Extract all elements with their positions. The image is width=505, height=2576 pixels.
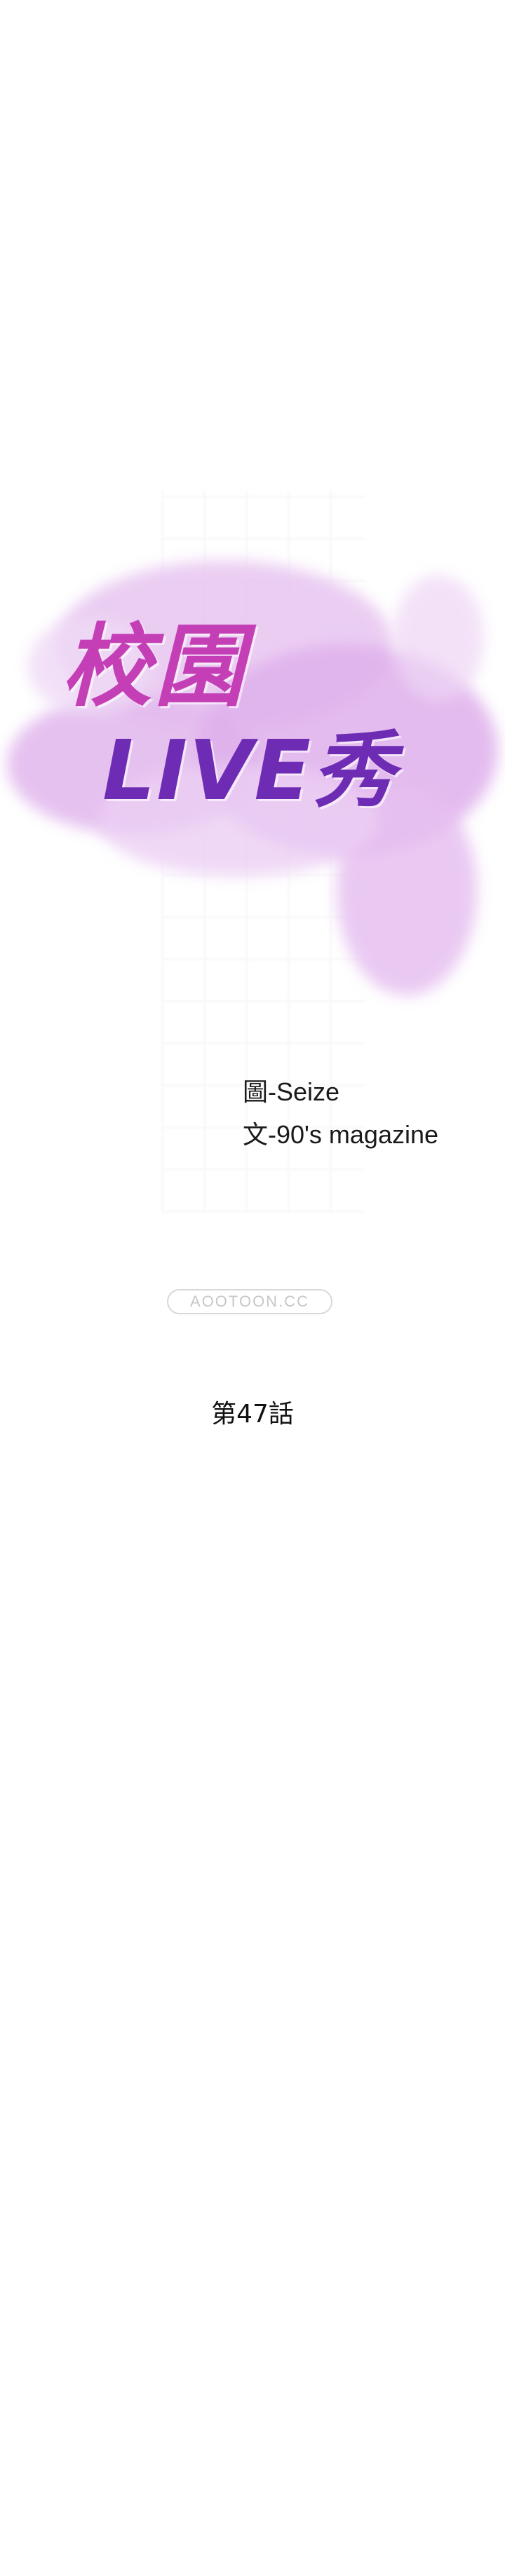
title-line-2: LIVE秀 xyxy=(102,722,397,819)
cloud-blob xyxy=(393,575,484,701)
credit-art: 圖-Seize xyxy=(243,1077,340,1106)
comic-cover-page: 校園 LIVE秀 圖-Seize 文-90's magazine AOOTOON… xyxy=(0,0,505,2576)
credit-story: 文-90's magazine xyxy=(243,1120,438,1149)
site-watermark-badge: AOOTOON.CC xyxy=(167,1289,332,1314)
title-line-1: 校園 xyxy=(62,615,248,719)
chapter-label: 第47話 xyxy=(211,1400,294,1429)
